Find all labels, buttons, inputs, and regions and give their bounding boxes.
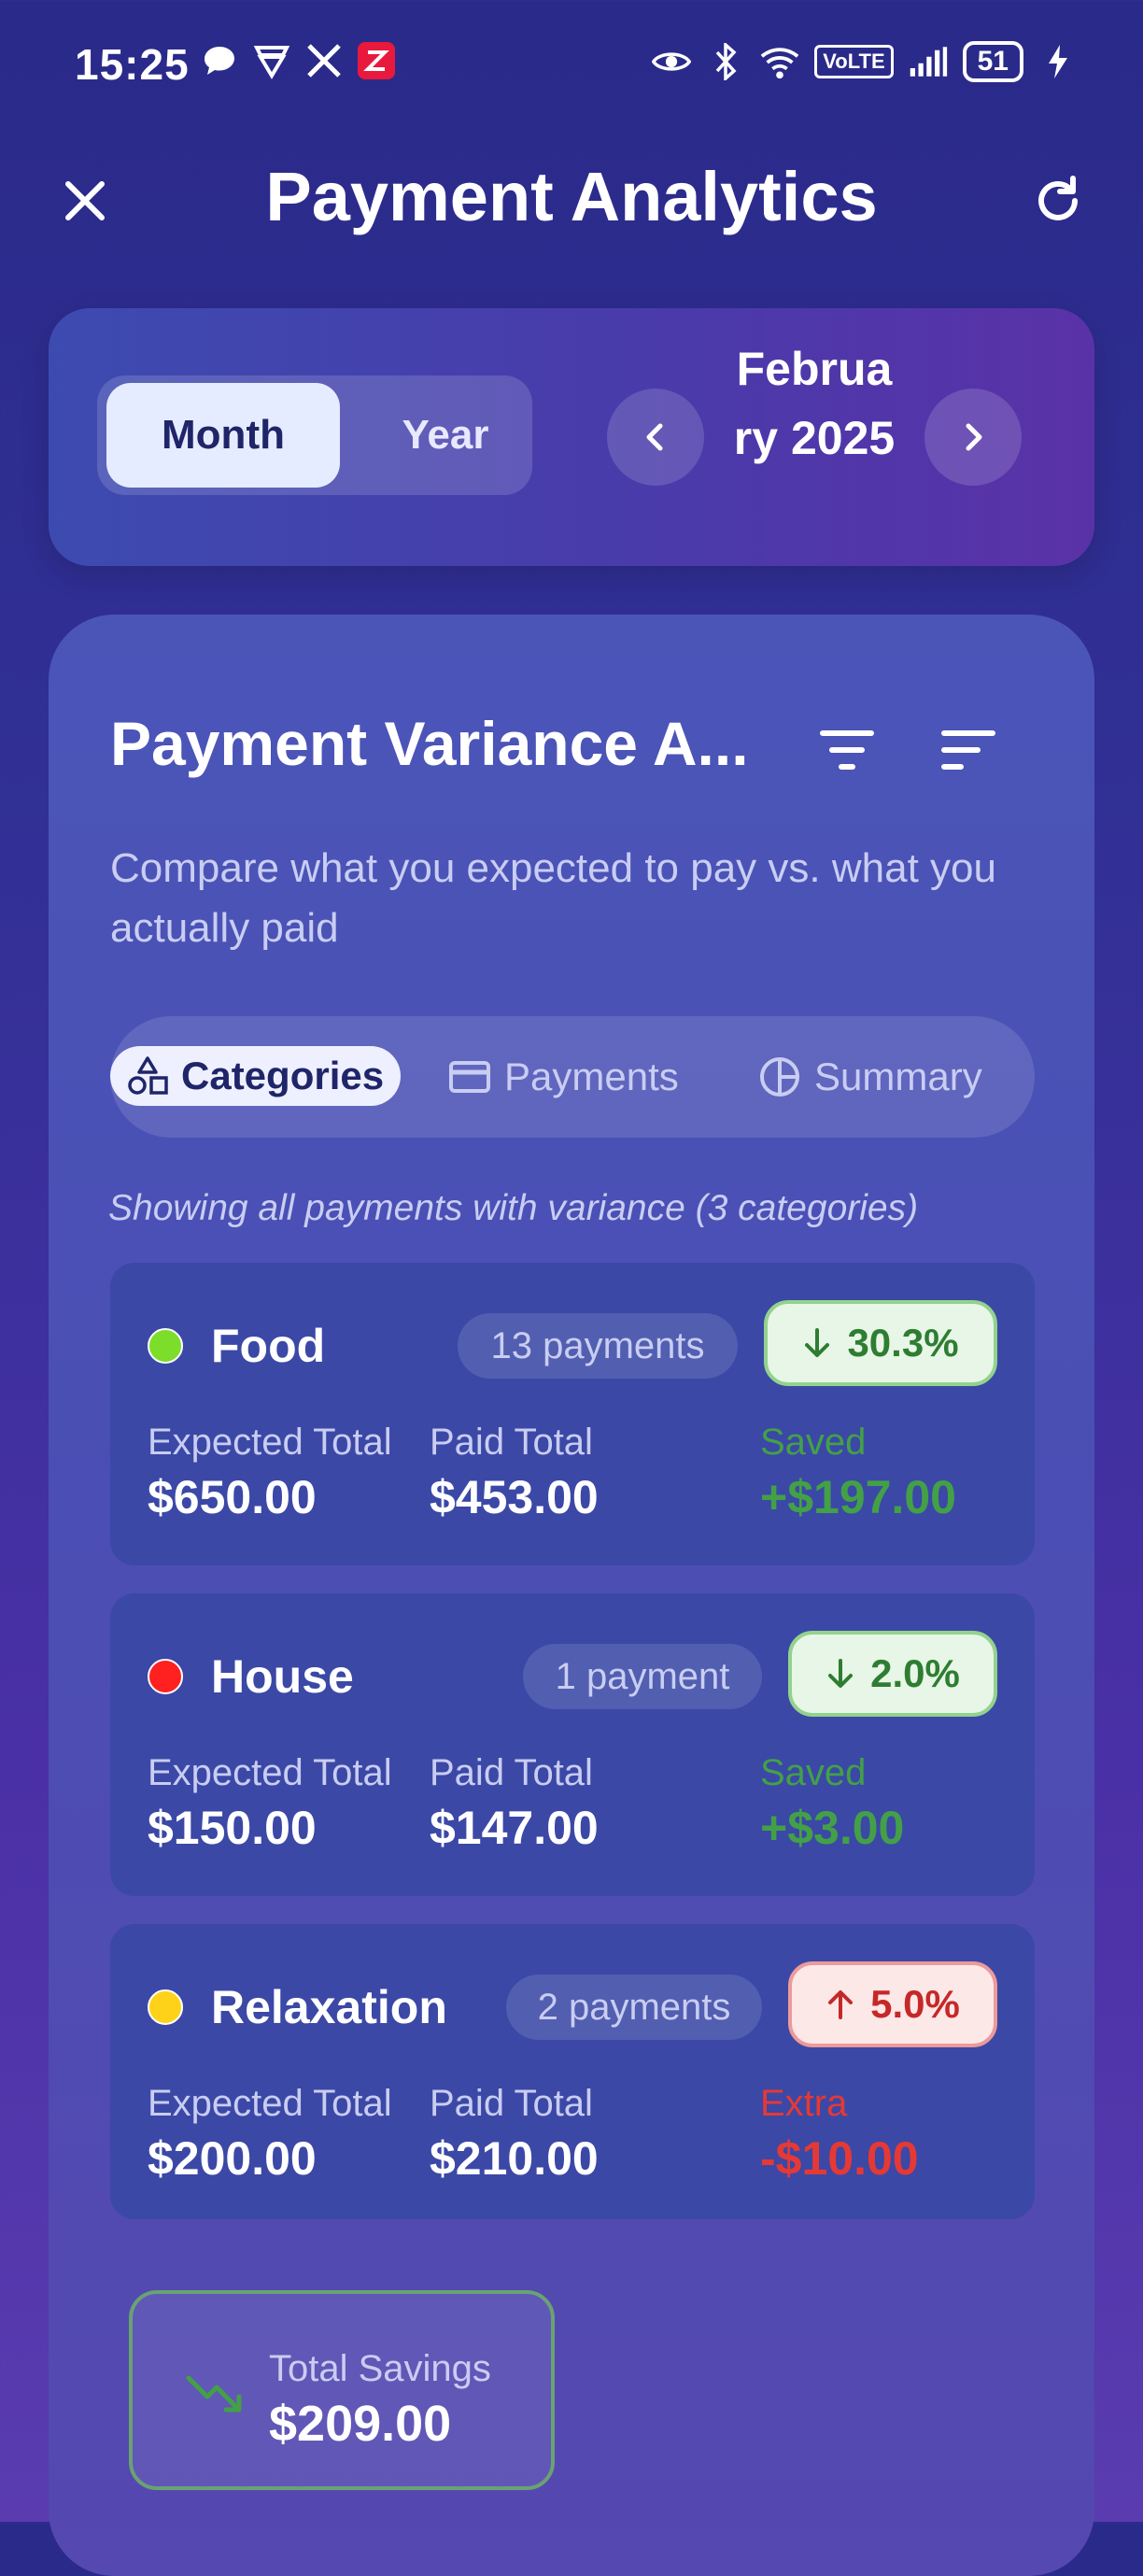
extra-value: -$10.00 — [760, 2132, 919, 2185]
wifi-icon — [760, 42, 799, 81]
variance-percent-badge: 30.3% — [764, 1300, 997, 1386]
chevron-left-icon — [646, 423, 663, 451]
arrow-up-icon — [828, 1990, 854, 2019]
notification-icons — [200, 41, 396, 80]
total-savings-value: $209.00 — [269, 2396, 452, 2452]
saved-value: +$197.00 — [760, 1471, 956, 1523]
month-toggle-button[interactable]: Month — [106, 383, 340, 488]
category-name: Food — [211, 1320, 326, 1372]
arrow-down-icon — [805, 1328, 830, 1357]
variance-tabs: Categories Payments Summary — [110, 1016, 1035, 1138]
variance-percent: 5.0% — [870, 1982, 960, 2026]
filter-button[interactable] — [814, 717, 880, 783]
shapes-icon — [128, 1056, 168, 1095]
saved-label: Saved — [760, 1752, 867, 1793]
expected-total-label: Expected Total — [148, 2083, 392, 2124]
battery-level: 51 — [962, 41, 1023, 82]
category-card-house[interactable]: House 1 payment 2.0% Expected Total $150… — [110, 1593, 1035, 1896]
year-toggle-button[interactable]: Year — [377, 383, 514, 488]
variance-subtitle: Compare what you expected to pay vs. wha… — [110, 845, 996, 951]
expected-total-value: $200.00 — [148, 2132, 317, 2185]
pie-chart-icon — [760, 1057, 799, 1097]
category-name: Relaxation — [211, 1981, 447, 2033]
variance-percent: 2.0% — [870, 1651, 960, 1695]
paid-total-value: $210.00 — [430, 2132, 599, 2185]
paid-total-value: $453.00 — [430, 1471, 599, 1523]
extra-label: Extra — [760, 2083, 848, 2124]
chevron-right-icon — [966, 423, 982, 451]
period-label: Februa ry 2025 — [733, 343, 896, 464]
period-selector-card: Month Year Februa ry 2025 — [49, 308, 1094, 566]
total-savings-label: Total Savings — [269, 2348, 491, 2389]
period-mode-toggle: Month Year — [97, 375, 532, 495]
paid-total-value: $147.00 — [430, 1802, 599, 1854]
variance-percent-badge: 2.0% — [788, 1631, 997, 1717]
sort-button[interactable] — [936, 717, 1001, 783]
expected-total-label: Expected Total — [148, 1752, 392, 1793]
filter-icon — [820, 730, 874, 770]
status-bar: 15:25 VoLTE 51 — [0, 0, 1143, 131]
payment-variance-card: Payment Variance A... Compare what you e… — [49, 615, 1094, 2576]
tab-summary[interactable]: Summary — [758, 1048, 982, 1106]
previous-period-button[interactable] — [607, 389, 704, 486]
tab-categories[interactable]: Categories — [110, 1046, 402, 1106]
category-color-dot — [148, 1989, 183, 2025]
variance-percent: 30.3% — [847, 1321, 959, 1365]
refresh-button[interactable] — [1025, 168, 1091, 234]
showing-count-text: Showing all payments with variance (3 ca… — [108, 1188, 919, 1228]
trending-down-icon — [186, 2375, 242, 2413]
expected-total-value: $150.00 — [148, 1802, 317, 1854]
eye-icon — [652, 42, 692, 81]
paid-total-label: Paid Total — [430, 2083, 593, 2124]
paid-total-label: Paid Total — [430, 1422, 593, 1463]
paid-total-label: Paid Total — [430, 1752, 593, 1793]
page-title: Payment Analytics — [265, 158, 878, 235]
x-logo-icon — [304, 41, 344, 80]
category-name: House — [211, 1650, 354, 1703]
variance-percent-badge: 5.0% — [788, 1961, 997, 2047]
app-red-icon — [357, 41, 396, 80]
shield-v-icon — [252, 41, 291, 80]
tab-payments-label: Payments — [504, 1054, 679, 1098]
category-color-dot — [148, 1328, 183, 1364]
refresh-icon — [1038, 176, 1078, 220]
category-card-relaxation[interactable]: Relaxation 2 payments 5.0% Expected Tota… — [110, 1924, 1035, 2219]
tab-summary-label: Summary — [814, 1054, 982, 1098]
category-color-dot — [148, 1659, 183, 1694]
tab-categories-label: Categories — [181, 1054, 385, 1097]
volte-badge: VoLTE — [814, 45, 894, 78]
chat-bubble-icon — [200, 41, 239, 80]
category-card-food[interactable]: Food 13 payments 30.3% Expected Total $6… — [110, 1263, 1035, 1565]
variance-title: Payment Variance A... — [110, 709, 749, 778]
bluetooth-icon — [706, 42, 745, 81]
arrow-down-icon — [828, 1659, 854, 1688]
next-period-button[interactable] — [924, 389, 1022, 486]
payment-count-pill: 13 payments — [458, 1313, 738, 1379]
saved-value: +$3.00 — [760, 1802, 905, 1854]
status-time: 15:25 — [75, 40, 190, 89]
signal-icon — [909, 42, 948, 81]
sort-icon — [941, 730, 995, 770]
tab-payments[interactable]: Payments — [448, 1048, 679, 1106]
saved-label: Saved — [760, 1422, 867, 1463]
expected-total-label: Expected Total — [148, 1422, 392, 1463]
payment-count-pill: 2 payments — [506, 1974, 762, 2040]
total-savings-card: Total Savings $209.00 — [129, 2290, 555, 2490]
system-icons: VoLTE 51 — [652, 41, 1078, 82]
expected-total-value: $650.00 — [148, 1471, 317, 1523]
app-header: Payment Analytics — [0, 140, 1143, 262]
credit-card-icon — [449, 1061, 490, 1093]
charging-bolt-icon — [1038, 42, 1078, 81]
payment-count-pill: 1 payment — [523, 1644, 762, 1709]
